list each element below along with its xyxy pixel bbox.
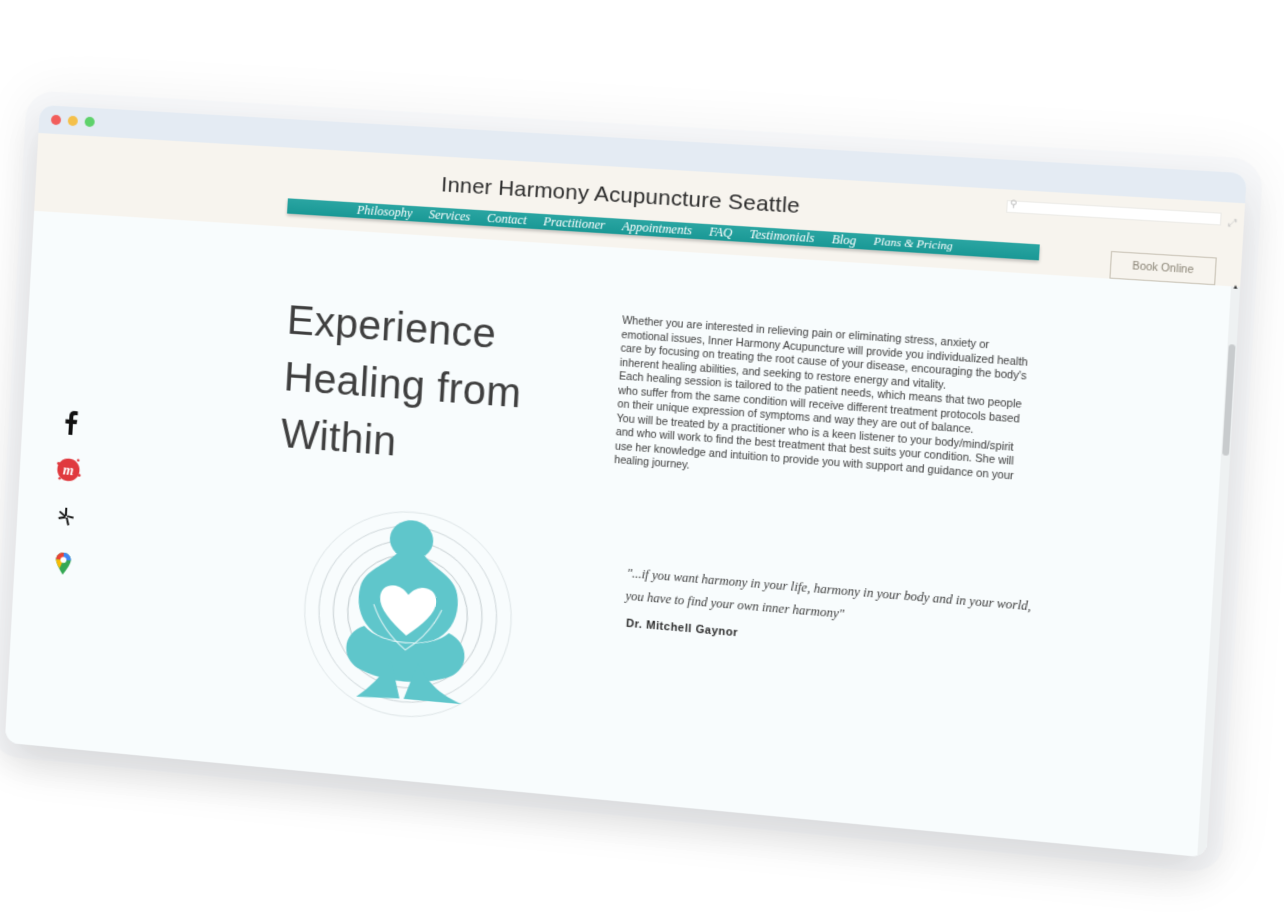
- main-content: ▲ m Experience Healing from Within Wheth…: [4, 210, 1241, 858]
- meetup-icon: m: [56, 457, 81, 482]
- mockup-stage: ⚲ ⤢ Inner Harmony Acupuncture Seattle Ph…: [0, 0, 1284, 912]
- google-maps-link[interactable]: [49, 549, 78, 579]
- facebook-icon: [65, 410, 78, 435]
- nav-item-faq[interactable]: FAQ: [709, 224, 733, 241]
- minimize-window-dot[interactable]: [67, 115, 79, 127]
- google-maps-icon: [55, 551, 72, 576]
- meditating-heart-logo: [296, 501, 520, 729]
- nav-item-testimonials[interactable]: Testimonials: [749, 227, 815, 247]
- yelp-link[interactable]: [51, 502, 80, 532]
- page-scrollbar[interactable]: ▲: [1197, 284, 1241, 858]
- scrollbar-thumb[interactable]: [1222, 344, 1236, 456]
- quote-author: Dr. Mitchell Gaynor: [625, 617, 739, 640]
- facebook-link[interactable]: [56, 408, 85, 438]
- nav-item-philosophy[interactable]: Philosophy: [356, 203, 412, 222]
- nav-item-appointments[interactable]: Appointments: [621, 219, 693, 239]
- nav-item-services[interactable]: Services: [428, 207, 471, 225]
- scroll-up-icon[interactable]: ▲: [1232, 284, 1239, 291]
- maximize-window-dot[interactable]: [84, 116, 95, 128]
- social-bar: m: [48, 408, 88, 598]
- close-window-dot[interactable]: [50, 114, 62, 126]
- meetup-link[interactable]: m: [54, 455, 83, 485]
- hero-headline: Experience Healing from Within: [279, 292, 526, 480]
- nav-item-plans-pricing[interactable]: Plans & Pricing: [873, 234, 953, 255]
- browser-window: ⚲ ⤢ Inner Harmony Acupuncture Seattle Ph…: [4, 105, 1247, 858]
- svg-text:m: m: [63, 463, 75, 479]
- intro-text: Whether you are interested in relieving …: [614, 314, 1037, 499]
- nav-item-practitioner[interactable]: Practitioner: [543, 214, 606, 233]
- nav-item-contact[interactable]: Contact: [487, 211, 527, 229]
- yelp-icon: [58, 506, 74, 525]
- nav-item-blog[interactable]: Blog: [831, 232, 856, 249]
